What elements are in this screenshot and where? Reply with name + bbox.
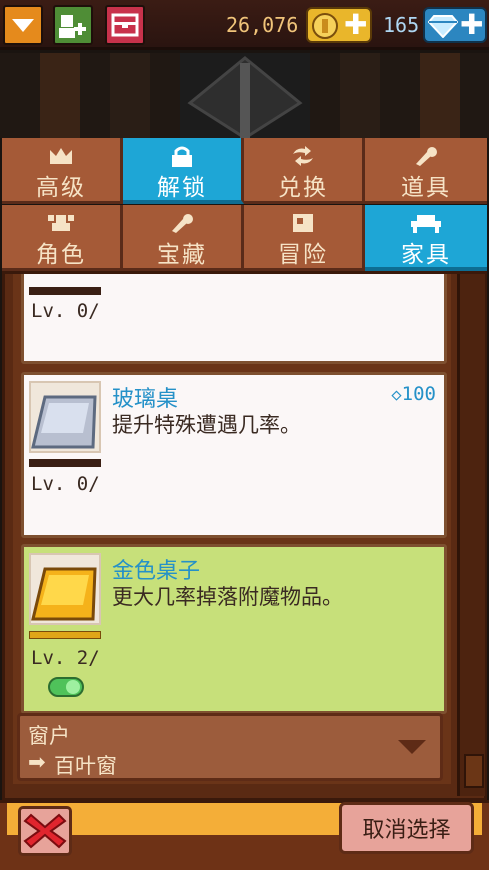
- tab-premium[interactable]: 高级: [2, 138, 123, 204]
- item-description: 更大几率掉落附魔物品。: [112, 585, 343, 609]
- buy-gems-button[interactable]: ✚: [423, 7, 487, 43]
- scrollbar-track[interactable]: [457, 274, 485, 796]
- window-category-dropdown[interactable]: 窗户 ➡ 百叶窗: [17, 713, 443, 781]
- diamond-icon: [428, 15, 458, 38]
- scene-pillar: [420, 53, 460, 138]
- item-level: Lv. 0/: [31, 473, 100, 495]
- close-button[interactable]: [18, 806, 72, 856]
- tab-adventure[interactable]: 冒险: [244, 205, 365, 271]
- chevron-down-icon: [12, 18, 34, 32]
- item-price-value: 100: [401, 383, 436, 405]
- add-hero-button[interactable]: [53, 5, 93, 45]
- treasure-icon: [172, 214, 193, 233]
- item-level: Lv. 0/: [31, 300, 100, 322]
- top-bar: 26,076 ✚ 165 ✚: [0, 0, 489, 50]
- tab-label: 解锁: [157, 175, 207, 201]
- crown-icon: [50, 148, 72, 164]
- secondary-tab-bar: 角色 宝藏 冒险 家具: [2, 205, 487, 271]
- throne-decoration: [180, 53, 310, 138]
- scene-pillar: [40, 53, 80, 138]
- furniture-icon: [411, 215, 441, 233]
- glass-table-image: [29, 381, 101, 453]
- coin-count: 26,076: [226, 13, 299, 37]
- character-icon: [48, 215, 74, 231]
- dropdown-value: 百叶窗: [54, 754, 117, 778]
- chest-icon: [111, 13, 139, 37]
- item-level: Lv. 2/: [31, 647, 100, 669]
- background-scene: [0, 53, 489, 138]
- exchange-icon: [293, 146, 313, 166]
- tab-label: 道具: [401, 175, 451, 201]
- menu-dropdown-button[interactable]: [3, 5, 43, 45]
- diamond-icon: ◇: [391, 385, 402, 405]
- primary-tab-bar: 高级 解锁 兑换 道具: [2, 138, 487, 204]
- item-price: ◇100: [391, 383, 436, 405]
- gem-count: 165: [383, 13, 420, 37]
- equipped-toggle[interactable]: [48, 677, 84, 697]
- potion-icon: [416, 147, 437, 166]
- plus-icon: ✚: [460, 8, 484, 41]
- tab-label: 兑换: [278, 175, 328, 201]
- tab-treasure[interactable]: 宝藏: [123, 205, 244, 271]
- close-icon: [23, 813, 67, 849]
- arrow-right-icon: ➡: [28, 750, 46, 774]
- inventory-chest-button[interactable]: [105, 5, 145, 45]
- lock-icon: [172, 146, 192, 167]
- plus-icon: ✚: [344, 8, 368, 41]
- chevron-down-icon: [398, 740, 426, 754]
- tab-label: 宝藏: [157, 242, 207, 268]
- scene-pillar: [340, 53, 380, 138]
- tab-items[interactable]: 道具: [365, 138, 487, 204]
- glass-table-icon: [31, 395, 97, 449]
- furniture-list[interactable]: Lv. 0/ Lv. 0/ 玻璃桌 提升特殊遭遇几率。 ◇100 Lv. 2/ …: [13, 274, 451, 784]
- toggle-knob: [66, 680, 80, 694]
- dropdown-label: 窗户: [28, 724, 70, 748]
- tab-label: 冒险: [278, 242, 328, 268]
- add-hero-icon: [59, 15, 86, 38]
- tab-label: 角色: [36, 242, 86, 268]
- tab-unlock[interactable]: 解锁: [123, 138, 244, 204]
- tab-label: 家具: [401, 242, 451, 268]
- level-progress-bar: [29, 631, 101, 639]
- scene-pillar: [110, 53, 150, 138]
- buy-coins-button[interactable]: ✚: [306, 7, 372, 43]
- tab-label: 高级: [36, 175, 86, 201]
- tab-exchange[interactable]: 兑换: [244, 138, 365, 204]
- list-item[interactable]: Lv. 0/ 玻璃桌 提升特殊遭遇几率。 ◇100: [21, 372, 447, 538]
- tab-furniture[interactable]: 家具: [365, 205, 487, 271]
- golden-table-icon: [31, 567, 97, 621]
- coin-icon: [312, 13, 338, 39]
- scrollbar-thumb[interactable]: [464, 754, 484, 788]
- level-progress-bar: [29, 287, 101, 295]
- list-item[interactable]: Lv. 0/: [21, 274, 447, 364]
- golden-table-image: [29, 553, 101, 625]
- tab-character[interactable]: 角色: [2, 205, 123, 271]
- map-icon: [293, 214, 313, 232]
- clear-selection-button[interactable]: 取消选择: [339, 802, 474, 854]
- list-item-selected[interactable]: Lv. 2/ 金色桌子 更大几率掉落附魔物品。: [21, 544, 447, 714]
- level-progress-bar: [29, 459, 101, 467]
- item-description: 提升特殊遭遇几率。: [112, 413, 301, 437]
